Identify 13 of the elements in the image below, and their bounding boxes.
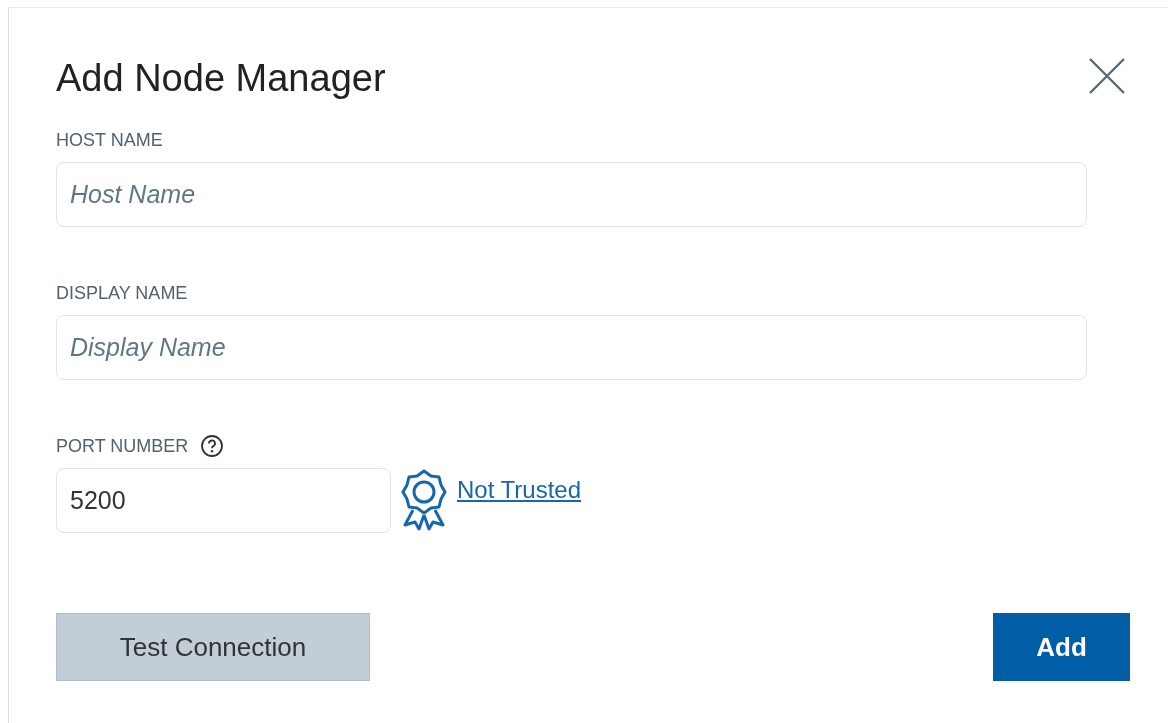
ribbon-badge-icon <box>401 468 447 532</box>
test-connection-button[interactable]: Test Connection <box>56 613 370 681</box>
field-label: HOST NAME <box>56 129 163 151</box>
field-label: DISPLAY NAME <box>56 282 188 304</box>
field-label: PORT NUMBER <box>56 435 189 457</box>
close-icon[interactable] <box>1089 58 1125 94</box>
trust-status-link[interactable]: Not Trusted <box>457 476 582 504</box>
input-field[interactable]: 5200 <box>56 468 391 533</box>
input-field[interactable]: Host Name <box>56 162 1087 227</box>
input-field[interactable]: Display Name <box>56 315 1087 380</box>
dialog-title: Add Node Manager <box>56 56 386 101</box>
help-icon[interactable] <box>200 434 225 458</box>
add-button[interactable]: Add <box>993 613 1130 681</box>
